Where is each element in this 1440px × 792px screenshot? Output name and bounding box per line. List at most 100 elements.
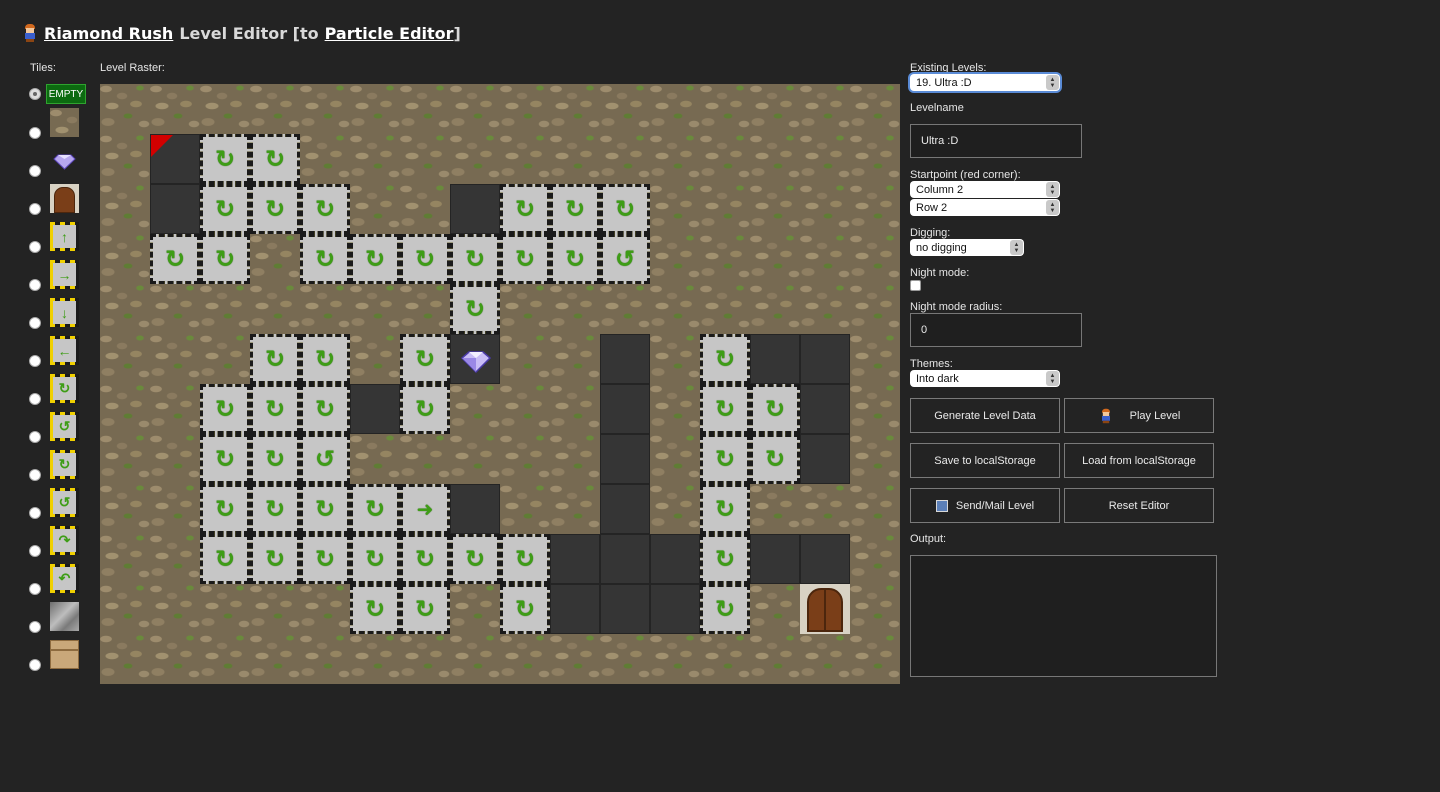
dark-tile[interactable] — [650, 584, 700, 634]
path-tile[interactable]: ↻ — [400, 584, 450, 634]
tile-radio-arrow-right[interactable] — [29, 279, 41, 291]
dark-tile[interactable] — [800, 534, 850, 584]
path-tile[interactable]: ↻ — [300, 234, 350, 284]
path-tile[interactable]: ➜ — [400, 484, 450, 534]
path-tile[interactable]: ↻ — [600, 184, 650, 234]
start-row-select[interactable]: Row 2 ▲ ▼ — [910, 199, 1060, 216]
path-tile[interactable]: ↻ — [700, 584, 750, 634]
dark-tile[interactable] — [350, 384, 400, 434]
path-tile[interactable]: ↻ — [300, 334, 350, 384]
riamond-rush-link[interactable]: Riamond Rush — [44, 24, 173, 43]
path-tile[interactable]: ↻ — [450, 234, 500, 284]
dark-tile[interactable] — [600, 534, 650, 584]
path-tile[interactable]: ↻ — [200, 384, 250, 434]
path-tile[interactable]: ↻ — [750, 434, 800, 484]
tile-radio-rotate-4[interactable] — [29, 507, 41, 519]
tile-radio-rotate-6[interactable] — [29, 583, 41, 595]
path-tile[interactable]: ↻ — [350, 584, 400, 634]
dark-tile[interactable] — [450, 484, 500, 534]
dark-tile[interactable] — [800, 434, 850, 484]
start-column-select[interactable]: Column 2 ▲ ▼ — [910, 181, 1060, 198]
night-radius-input[interactable]: 0 — [910, 313, 1082, 347]
path-tile[interactable]: ↻ — [700, 534, 750, 584]
tile-radio-arrow-up[interactable] — [29, 241, 41, 253]
path-tile[interactable]: ↻ — [550, 234, 600, 284]
tile-option-stone[interactable] — [28, 108, 88, 139]
dark-tile[interactable] — [600, 584, 650, 634]
tile-option-rotate-5[interactable]: ↷ — [28, 526, 88, 557]
path-tile[interactable]: ↻ — [250, 134, 300, 184]
dark-tile[interactable] — [600, 484, 650, 534]
levelname-input[interactable]: Ultra :D — [910, 124, 1082, 158]
dark-tile[interactable] — [800, 384, 850, 434]
tile-option-crate[interactable] — [28, 640, 88, 671]
path-tile[interactable]: ↻ — [400, 334, 450, 384]
load-localstorage-button[interactable]: Load from localStorage — [1064, 443, 1214, 478]
path-tile[interactable]: ↻ — [250, 334, 300, 384]
existing-levels-select[interactable]: 19. Ultra :D ▲ ▼ — [910, 74, 1060, 91]
dark-tile[interactable] — [600, 384, 650, 434]
tile-option-rotate-1[interactable]: ↻ — [28, 374, 88, 405]
path-tile[interactable]: ↻ — [200, 234, 250, 284]
tile-radio-cloud[interactable] — [29, 621, 41, 633]
path-tile[interactable]: ↻ — [400, 384, 450, 434]
tile-option-arrow-up[interactable]: ↑ — [28, 222, 88, 253]
tile-option-rotate-6[interactable]: ↶ — [28, 564, 88, 595]
path-tile[interactable]: ↻ — [300, 384, 350, 434]
path-tile[interactable]: ↻ — [550, 184, 600, 234]
path-tile[interactable]: ↻ — [500, 234, 550, 284]
dark-tile[interactable] — [150, 184, 200, 234]
tile-option-arrow-down[interactable]: ↓ — [28, 298, 88, 329]
tile-radio-arrow-left[interactable] — [29, 355, 41, 367]
path-tile[interactable]: ↻ — [200, 434, 250, 484]
themes-select[interactable]: Into dark ▲ ▼ — [910, 370, 1060, 387]
path-tile[interactable]: ↻ — [700, 484, 750, 534]
path-tile[interactable]: ↻ — [400, 534, 450, 584]
dark-tile[interactable] — [550, 534, 600, 584]
play-level-button[interactable]: Play Level — [1064, 398, 1214, 433]
tile-option-rotate-3[interactable]: ↻ — [28, 450, 88, 481]
path-tile[interactable]: ↻ — [450, 534, 500, 584]
tile-radio-rotate-2[interactable] — [29, 431, 41, 443]
path-tile[interactable]: ↻ — [250, 434, 300, 484]
path-tile[interactable]: ↻ — [500, 184, 550, 234]
path-tile[interactable]: ↻ — [500, 534, 550, 584]
dark-tile[interactable] — [150, 134, 200, 184]
tile-option-diamond[interactable] — [28, 146, 88, 177]
path-tile[interactable]: ↻ — [350, 234, 400, 284]
path-tile[interactable]: ↻ — [400, 234, 450, 284]
tile-radio-stone[interactable] — [29, 127, 41, 139]
tile-radio-crate[interactable] — [29, 659, 41, 671]
night-mode-checkbox[interactable] — [910, 280, 921, 291]
path-tile[interactable]: ↻ — [600, 234, 650, 284]
reset-editor-button[interactable]: Reset Editor — [1064, 488, 1214, 523]
tile-radio-rotate-3[interactable] — [29, 469, 41, 481]
particle-editor-link[interactable]: Particle Editor — [325, 24, 454, 43]
empty-tile-button[interactable]: EMPTY — [46, 84, 86, 104]
tile-radio-rotate-5[interactable] — [29, 545, 41, 557]
dark-tile[interactable] — [600, 434, 650, 484]
tile-radio-diamond[interactable] — [29, 165, 41, 177]
level-raster[interactable]: ↻ ↻ ↻ ↻ ↻ ↻ ↻ ↻ ↻ ↻ ↻ ↻ ↻ ↻ ↻ ↻ ↻ ↻ ↻ ↻ ↻ ↻ ↻ ↻ ↻ ↻ ↻ ↻ ↻ ↻ ↻ ↻ ↻ ↻ ↻ ↻ ↻ ➜ ↻ ↻… — [100, 84, 900, 684]
send-mail-level-button[interactable]: Send/Mail Level — [910, 488, 1060, 523]
dark-tile[interactable] — [750, 334, 800, 384]
exit-door-tile[interactable] — [800, 584, 850, 634]
path-tile[interactable]: ↻ — [700, 434, 750, 484]
tile-radio-rotate-1[interactable] — [29, 393, 41, 405]
path-tile[interactable]: ↻ — [250, 534, 300, 584]
path-tile[interactable]: ↻ — [250, 184, 300, 234]
tile-option-rotate-4[interactable]: ↺ — [28, 488, 88, 519]
tile-option-arrow-right[interactable]: → — [28, 260, 88, 291]
path-tile[interactable]: ↻ — [150, 234, 200, 284]
path-tile[interactable]: ↻ — [200, 534, 250, 584]
tile-option-arrow-left[interactable]: ← — [28, 336, 88, 367]
dark-tile[interactable] — [800, 334, 850, 384]
tile-radio-arrow-down[interactable] — [29, 317, 41, 329]
digging-select[interactable]: no digging ▲ ▼ — [910, 239, 1024, 256]
path-tile[interactable]: ↻ — [200, 184, 250, 234]
dark-tile[interactable] — [650, 534, 700, 584]
path-tile[interactable]: ↻ — [500, 584, 550, 634]
dark-tile[interactable] — [750, 534, 800, 584]
path-tile[interactable]: ↻ — [350, 484, 400, 534]
path-tile[interactable]: ↻ — [350, 534, 400, 584]
